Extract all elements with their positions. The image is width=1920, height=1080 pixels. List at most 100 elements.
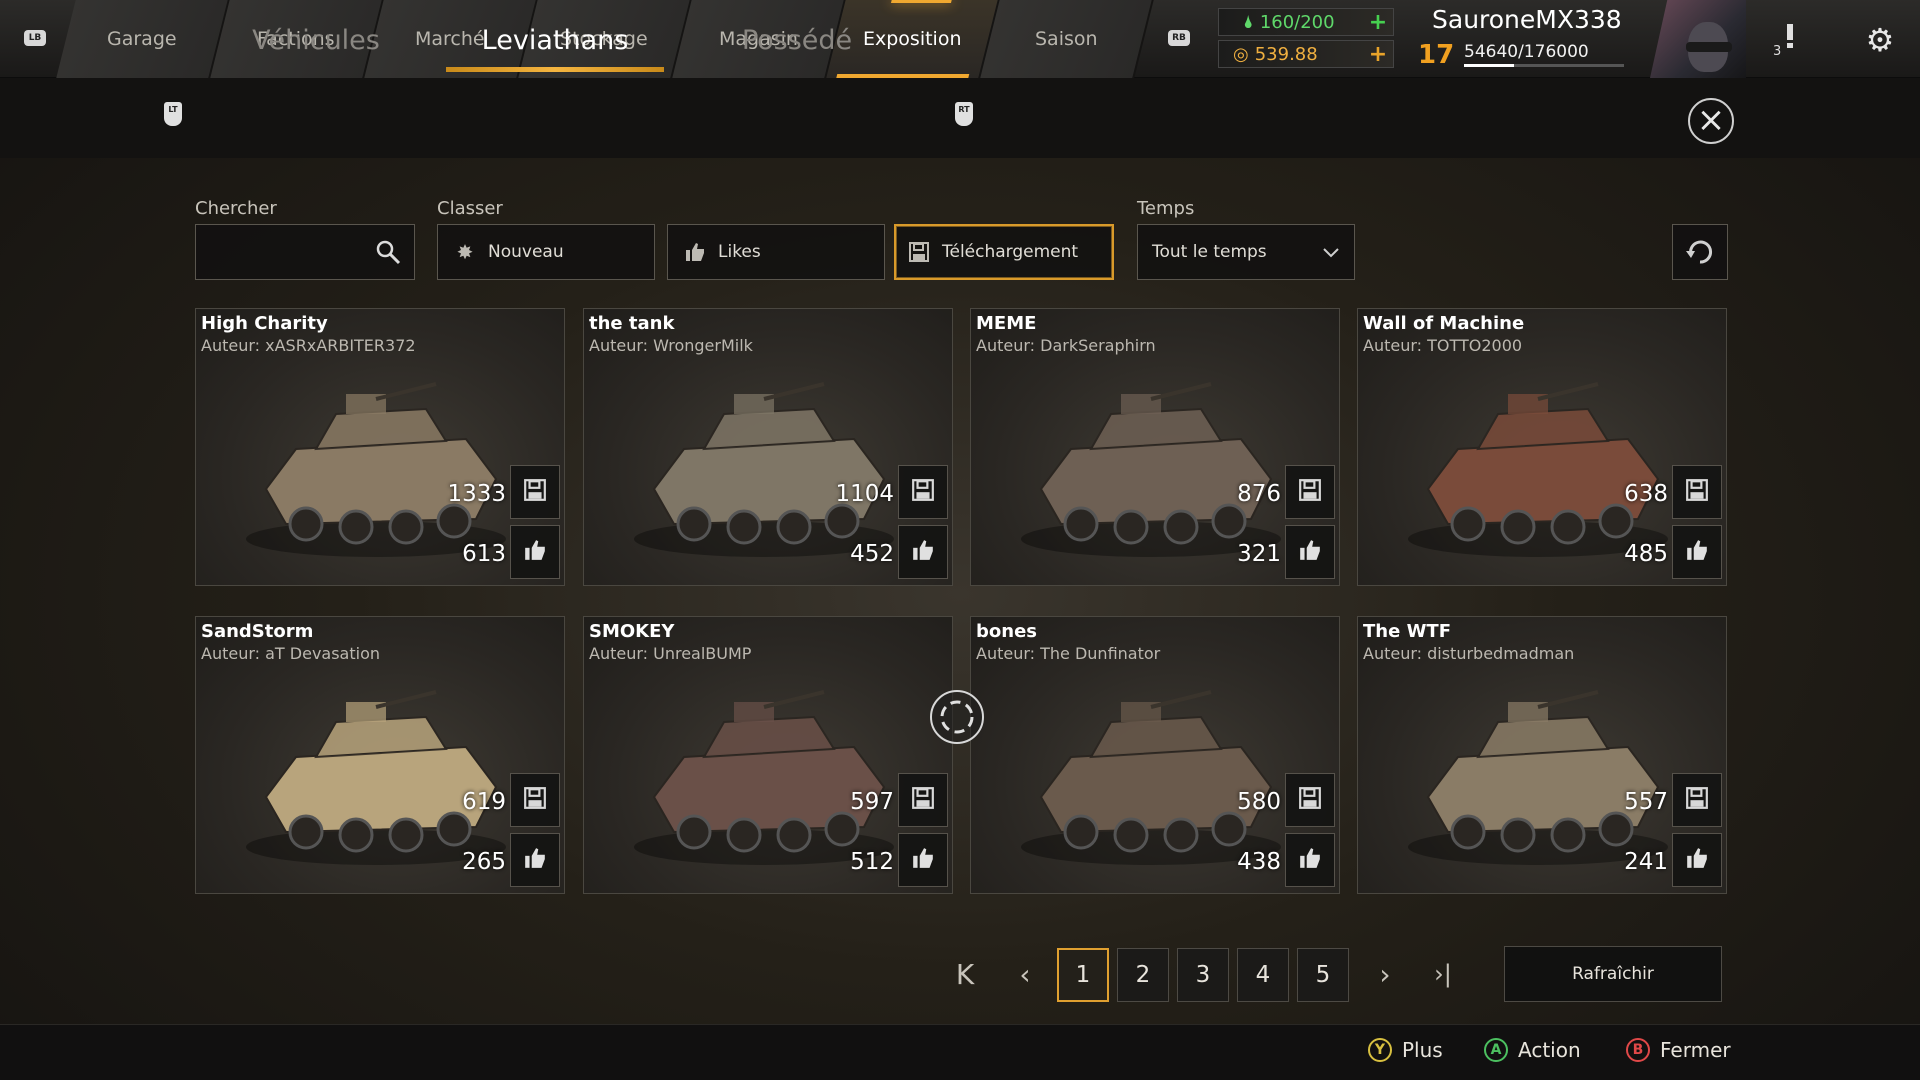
xp-progress-bar [1464, 64, 1624, 67]
time-select[interactable]: Tout le temps [1137, 224, 1355, 280]
first-page-icon: K [955, 957, 975, 991]
tab-label: Garage [107, 28, 177, 50]
sort-likes-button[interactable]: Likes [667, 224, 885, 280]
fuel-value: 160/200 [1259, 11, 1335, 33]
fuel-display: 🌢 160/200 + [1218, 8, 1394, 36]
sort-new-button[interactable]: ✸ Nouveau [437, 224, 655, 280]
like-button[interactable] [510, 525, 560, 579]
add-fuel-button[interactable]: + [1367, 10, 1389, 35]
tab-label: Exposition [862, 28, 962, 50]
first-page-button[interactable]: K [940, 948, 990, 1000]
download-button[interactable] [510, 773, 560, 827]
rb-bumper-icon: RB [1168, 30, 1190, 46]
refresh-icon [1686, 240, 1712, 264]
thumbs-up-icon [1298, 538, 1322, 566]
leviathan-card[interactable]: SMOKEY Auteur: UnrealBUMP 597 512 [583, 616, 953, 894]
more-hint[interactable]: Y Plus [1368, 1038, 1443, 1062]
leviathan-card[interactable]: bones Auteur: The Dunfinator 580 438 [970, 616, 1340, 894]
thumbs-up-icon [1298, 846, 1322, 874]
download-count: 876 [1237, 481, 1281, 507]
save-icon [1685, 786, 1709, 814]
download-count: 580 [1237, 789, 1281, 815]
leviathan-card[interactable]: Wall of Machine Auteur: TOTTO2000 638 485 [1357, 308, 1727, 586]
leviathan-card[interactable]: High Charity Auteur: xASRxARBITER372 1333 6… [195, 308, 565, 586]
download-button[interactable] [898, 773, 948, 827]
download-button[interactable] [1285, 465, 1335, 519]
save-icon [523, 478, 547, 506]
prev-page-button[interactable]: ‹ [1000, 948, 1050, 1000]
like-button[interactable] [1672, 525, 1722, 579]
like-button[interactable] [1285, 525, 1335, 579]
card-author: Auteur: TOTTO2000 [1363, 336, 1523, 355]
close-hint[interactable]: B Fermer [1626, 1038, 1731, 1062]
download-button[interactable] [1285, 773, 1335, 827]
page-1-button[interactable]: 1 [1057, 948, 1109, 1002]
leviathan-card[interactable]: The WTF Auteur: disturbedmadman 557 241 [1357, 616, 1727, 894]
page-2-button[interactable]: 2 [1117, 948, 1169, 1002]
lb-bumper-icon: LB [24, 30, 46, 46]
b-button-icon: B [1626, 1038, 1650, 1062]
player-level: 17 [1418, 40, 1455, 70]
vehicle-image [1021, 690, 1281, 865]
action-hint[interactable]: A Action [1484, 1038, 1581, 1062]
leviathan-card[interactable]: MEME Auteur: DarkSeraphirn 876 321 [970, 308, 1340, 586]
card-title: the tank [589, 313, 675, 334]
like-button[interactable] [1285, 833, 1335, 887]
tab-label: Saison [1034, 28, 1098, 50]
card-author: Auteur: disturbedmadman [1363, 644, 1575, 663]
card-title: bones [976, 621, 1037, 642]
avatar[interactable] [1650, 0, 1746, 78]
download-button[interactable] [1672, 773, 1722, 827]
subtab-vehicules[interactable]: Véhicules [250, 16, 382, 64]
card-author: Auteur: UnrealBUMP [589, 644, 752, 663]
sort-downloads-button[interactable]: Téléchargement [894, 224, 1114, 280]
leviathan-card[interactable]: the tank Auteur: WrongerMilk 1104 452 [583, 308, 953, 586]
subtab-leviathans[interactable]: Leviathans [446, 16, 664, 72]
refresh-icon-button[interactable] [1672, 224, 1728, 280]
page-4-button[interactable]: 4 [1237, 948, 1289, 1002]
lt-trigger-icon: LT [164, 102, 182, 126]
search-label: Chercher [195, 198, 277, 219]
like-count: 512 [850, 849, 894, 875]
download-button[interactable] [510, 465, 560, 519]
save-icon [1685, 478, 1709, 506]
subtab-possede[interactable]: Possédé [740, 16, 854, 64]
tab-garage[interactable]: Garage [56, 0, 230, 78]
search-input[interactable] [196, 226, 376, 278]
download-count: 597 [850, 789, 894, 815]
time-label: Temps [1137, 198, 1195, 219]
add-coins-button[interactable]: + [1367, 42, 1389, 67]
refresh-button[interactable]: Rafraîchir [1504, 946, 1722, 1002]
thumbs-up-icon [523, 846, 547, 874]
download-button[interactable] [898, 465, 948, 519]
tab-saison[interactable]: Saison [980, 0, 1154, 78]
card-title: High Charity [201, 313, 328, 334]
notifications-button[interactable]: 3 [1773, 22, 1805, 59]
card-title: MEME [976, 313, 1037, 334]
page-3-button[interactable]: 3 [1177, 948, 1229, 1002]
thumbs-up-icon [682, 239, 708, 265]
download-button[interactable] [1672, 465, 1722, 519]
page-5-button[interactable]: 5 [1297, 948, 1349, 1002]
card-title: Wall of Machine [1363, 313, 1525, 334]
save-icon [1298, 478, 1322, 506]
like-button[interactable] [898, 525, 948, 579]
close-button[interactable]: × [1688, 98, 1734, 144]
card-author: Auteur: aT Devasation [201, 644, 381, 663]
like-button[interactable] [510, 833, 560, 887]
settings-button[interactable]: ⚙ [1862, 22, 1898, 58]
like-count: 452 [850, 541, 894, 567]
sort-option-label: Likes [718, 242, 761, 262]
like-button[interactable] [1672, 833, 1722, 887]
last-page-icon: ›| [1434, 960, 1452, 988]
search-icon[interactable] [374, 238, 402, 266]
like-count: 613 [462, 541, 506, 567]
rt-trigger-icon: RT [955, 102, 973, 126]
leviathan-card[interactable]: SandStorm Auteur: aT Devasation 619 265 [195, 616, 565, 894]
last-page-button[interactable]: ›| [1418, 948, 1468, 1000]
like-button[interactable] [898, 833, 948, 887]
sun-icon: ✸ [456, 240, 474, 264]
save-icon [906, 239, 932, 265]
vehicle-image [246, 382, 506, 557]
next-page-button[interactable]: › [1360, 948, 1410, 1000]
